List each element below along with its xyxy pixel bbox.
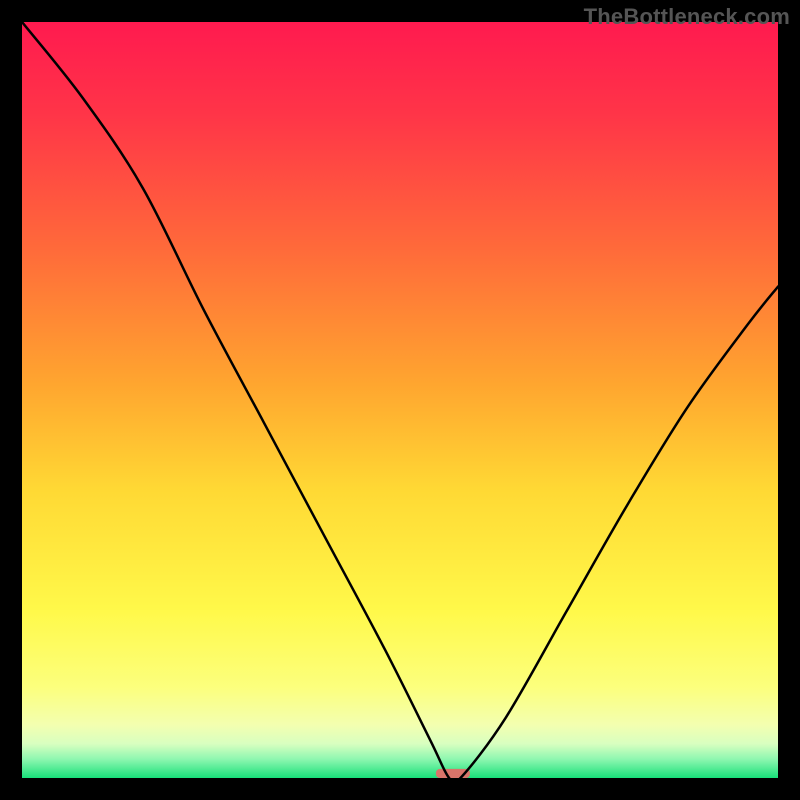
plot-area [22, 22, 778, 778]
plot-background [22, 22, 778, 778]
chart-svg [22, 22, 778, 778]
watermark-text: TheBottleneck.com [584, 4, 790, 30]
chart-frame: TheBottleneck.com [0, 0, 800, 800]
